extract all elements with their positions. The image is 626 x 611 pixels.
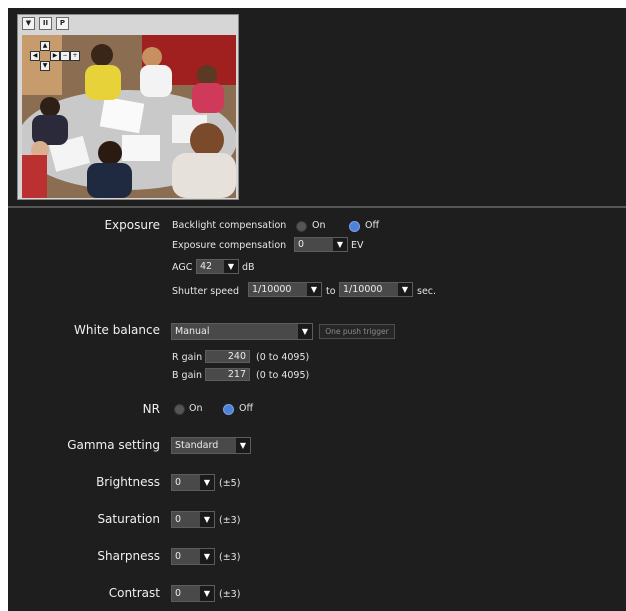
pause-button[interactable]: II bbox=[39, 17, 52, 30]
shutter-to-value: 1/10000 bbox=[343, 284, 383, 295]
agc-label: AGC bbox=[172, 262, 193, 273]
nr-label: NR bbox=[142, 402, 160, 416]
white-balance-label: White balance bbox=[74, 323, 160, 337]
sharpness-value: 0 bbox=[175, 551, 182, 562]
r-gain-input[interactable]: 240 bbox=[205, 350, 250, 363]
sharpness-range: (±3) bbox=[219, 552, 241, 563]
contrast-label: Contrast bbox=[108, 586, 160, 600]
white-balance-select[interactable]: Manual ▼ bbox=[171, 323, 313, 340]
nr-off-label: Off bbox=[239, 403, 254, 414]
tilt-up-icon[interactable]: ▲ bbox=[40, 41, 50, 51]
p-button[interactable]: P bbox=[56, 17, 69, 30]
backlight-off-label: Off bbox=[365, 220, 380, 231]
shutter-speed-label: Shutter speed bbox=[172, 286, 239, 297]
r-gain-range: (0 to 4095) bbox=[256, 352, 310, 363]
chevron-down-icon: ▼ bbox=[200, 512, 214, 527]
pan-left-icon[interactable]: ◀ bbox=[30, 51, 40, 61]
brightness-label: Brightness bbox=[96, 475, 160, 489]
exposure-label: Exposure bbox=[104, 218, 160, 232]
shutter-to-label: to bbox=[326, 286, 336, 297]
b-gain-input[interactable]: 217 bbox=[205, 368, 250, 381]
backlight-off-radio[interactable] bbox=[349, 221, 360, 232]
b-gain-label: B gain bbox=[172, 370, 203, 381]
nr-off-radio[interactable] bbox=[223, 404, 234, 415]
nr-on-label: On bbox=[189, 403, 203, 414]
saturation-range: (±3) bbox=[219, 515, 241, 526]
chevron-down-icon: ▼ bbox=[236, 438, 250, 453]
white-balance-value: Manual bbox=[175, 326, 210, 337]
chevron-down-icon: ▼ bbox=[333, 238, 347, 251]
one-push-trigger-button[interactable]: One push trigger bbox=[319, 324, 395, 339]
gamma-select[interactable]: Standard ▼ bbox=[171, 437, 251, 454]
backlight-label: Backlight compensation bbox=[172, 220, 287, 231]
agc-value: 42 bbox=[200, 261, 213, 272]
sharpness-select[interactable]: 0 ▼ bbox=[171, 548, 215, 565]
exposure-compensation-label: Exposure compensation bbox=[172, 240, 287, 251]
contrast-range: (±3) bbox=[219, 589, 241, 600]
section-divider bbox=[8, 206, 626, 208]
preview-toolbar: ▼ II P bbox=[22, 17, 69, 31]
ptz-control: ◀ ▲ ▶ ▼ − + bbox=[30, 41, 80, 71]
db-unit: dB bbox=[242, 262, 255, 273]
saturation-label: Saturation bbox=[97, 512, 160, 526]
chevron-down-icon: ▼ bbox=[398, 283, 412, 296]
zoom-out-icon[interactable]: − bbox=[60, 51, 70, 61]
gamma-value: Standard bbox=[175, 440, 219, 451]
pan-right-icon[interactable]: ▶ bbox=[50, 51, 60, 61]
contrast-value: 0 bbox=[175, 588, 182, 599]
shutter-from-select[interactable]: 1/10000 ▼ bbox=[248, 282, 322, 297]
nr-on-radio[interactable] bbox=[174, 404, 185, 415]
menu-button[interactable]: ▼ bbox=[22, 17, 35, 30]
contrast-select[interactable]: 0 ▼ bbox=[171, 585, 215, 602]
chevron-down-icon: ▼ bbox=[200, 586, 214, 601]
camera-preview: ▼ II P ◀ ▲ ▶ ▼ − + bbox=[17, 14, 239, 200]
r-gain-label: R gain bbox=[172, 352, 203, 363]
backlight-on-radio[interactable] bbox=[296, 221, 307, 232]
gamma-setting-label: Gamma setting bbox=[67, 438, 160, 452]
shutter-to-select[interactable]: 1/10000 ▼ bbox=[339, 282, 413, 297]
tilt-down-icon[interactable]: ▼ bbox=[40, 61, 50, 71]
shutter-from-value: 1/10000 bbox=[252, 284, 292, 295]
agc-select[interactable]: 42 ▼ bbox=[196, 259, 239, 274]
chevron-down-icon: ▼ bbox=[200, 475, 214, 490]
camera-settings-panel: ▼ II P ◀ ▲ ▶ ▼ − + Exposure Backlight co… bbox=[8, 8, 626, 611]
backlight-on-label: On bbox=[312, 220, 326, 231]
ev-unit: EV bbox=[351, 240, 364, 251]
saturation-select[interactable]: 0 ▼ bbox=[171, 511, 215, 528]
chevron-down-icon: ▼ bbox=[224, 260, 238, 273]
brightness-value: 0 bbox=[175, 477, 182, 488]
exposure-compensation-value: 0 bbox=[298, 239, 305, 250]
saturation-value: 0 bbox=[175, 514, 182, 525]
chevron-down-icon: ▼ bbox=[298, 324, 312, 339]
chevron-down-icon: ▼ bbox=[200, 549, 214, 564]
sharpness-label: Sharpness bbox=[97, 549, 160, 563]
zoom-in-icon[interactable]: + bbox=[70, 51, 80, 61]
sec-unit: sec. bbox=[417, 286, 437, 297]
chevron-down-icon: ▼ bbox=[307, 283, 321, 296]
exposure-compensation-select[interactable]: 0 ▼ bbox=[294, 237, 348, 252]
brightness-select[interactable]: 0 ▼ bbox=[171, 474, 215, 491]
camera-image: ◀ ▲ ▶ ▼ − + bbox=[22, 35, 236, 198]
brightness-range: (±5) bbox=[219, 478, 241, 489]
b-gain-range: (0 to 4095) bbox=[256, 370, 310, 381]
